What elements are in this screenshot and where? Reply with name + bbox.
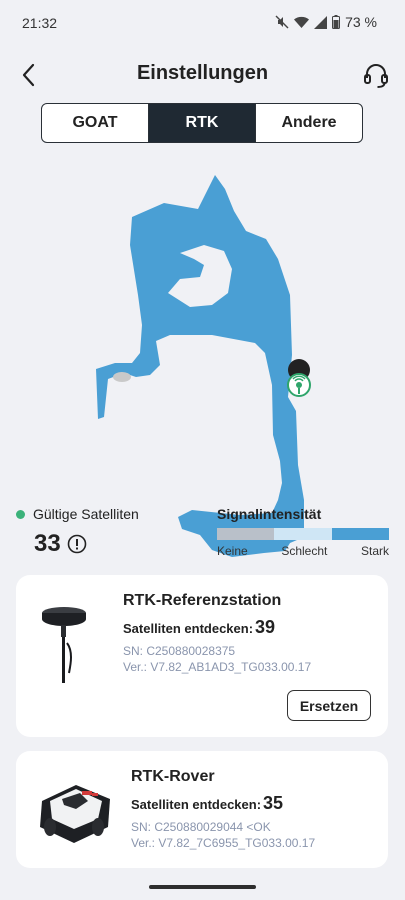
reference-satellites-count: 39	[255, 617, 276, 637]
valid-satellites: Gültige Satelliten 33	[16, 506, 139, 558]
signal-bar-strong	[331, 528, 389, 540]
tab-rtk[interactable]: RTK	[148, 104, 255, 142]
tab-bar: GOAT RTK Andere	[41, 103, 363, 143]
lawn-map[interactable]	[0, 165, 405, 565]
rtk-station-marker[interactable]	[287, 359, 311, 397]
rtk-antenna-image	[42, 607, 86, 683]
rover-satellites-count: 35	[263, 793, 284, 813]
replace-button[interactable]: Ersetzen	[287, 690, 371, 721]
tab-goat[interactable]: GOAT	[42, 104, 148, 142]
rover-satellites-label: Satelliten entdecken:	[131, 797, 262, 812]
valid-satellites-label: Gültige Satelliten	[33, 506, 139, 522]
rover-version: Ver.: V7.82_7C6955_TG033.00.17	[131, 836, 316, 850]
reference-serial: SN: C250880028375	[123, 644, 236, 658]
reference-satellites-label: Satelliten entdecken:	[123, 621, 254, 636]
signal-legend	[217, 528, 389, 540]
rover-card: RTK-Rover Satelliten entdecken: 35 SN: C…	[16, 751, 388, 868]
reference-version: Ver.: V7.82_AB1AD3_TG033.00.17	[123, 660, 312, 674]
home-indicator[interactable]	[149, 885, 256, 889]
info-icon[interactable]	[67, 534, 87, 554]
signal-level-poor: Schlecht	[281, 544, 328, 558]
rover-name: RTK-Rover	[131, 768, 215, 785]
wifi-icon	[294, 16, 310, 28]
mower-image	[40, 785, 110, 843]
status-bar: 21:32 73 %	[0, 0, 405, 44]
mute-icon	[275, 15, 289, 29]
reference-station-card: RTK-Referenzstation Satelliten entdecken…	[16, 575, 388, 737]
headset-icon[interactable]	[361, 60, 391, 90]
tab-andere[interactable]: Andere	[255, 104, 362, 142]
docking-area	[113, 372, 131, 382]
rover-serial: SN: C250880029044 <OK	[131, 820, 271, 834]
valid-satellites-count: 33	[34, 530, 61, 557]
signal-level-strong: Stark	[360, 544, 389, 558]
status-dot	[16, 509, 25, 519]
signal-strength: Signalintensität Keine Schlecht Stark	[217, 506, 389, 558]
signal-bar-none	[217, 528, 275, 540]
cell-signal-icon	[314, 15, 328, 29]
signal-level-none: Keine	[217, 544, 248, 558]
battery-icon	[332, 15, 341, 29]
signal-strength-label: Signalintensität	[217, 506, 322, 522]
signal-bar-poor	[274, 528, 332, 540]
header: Einstellungen	[0, 52, 405, 98]
reference-station-name: RTK-Referenzstation	[123, 592, 282, 609]
page-title: Einstellungen	[136, 62, 269, 84]
battery-percent: 73 %	[345, 14, 377, 30]
status-time: 21:32	[22, 15, 58, 31]
mowing-area	[96, 175, 304, 557]
